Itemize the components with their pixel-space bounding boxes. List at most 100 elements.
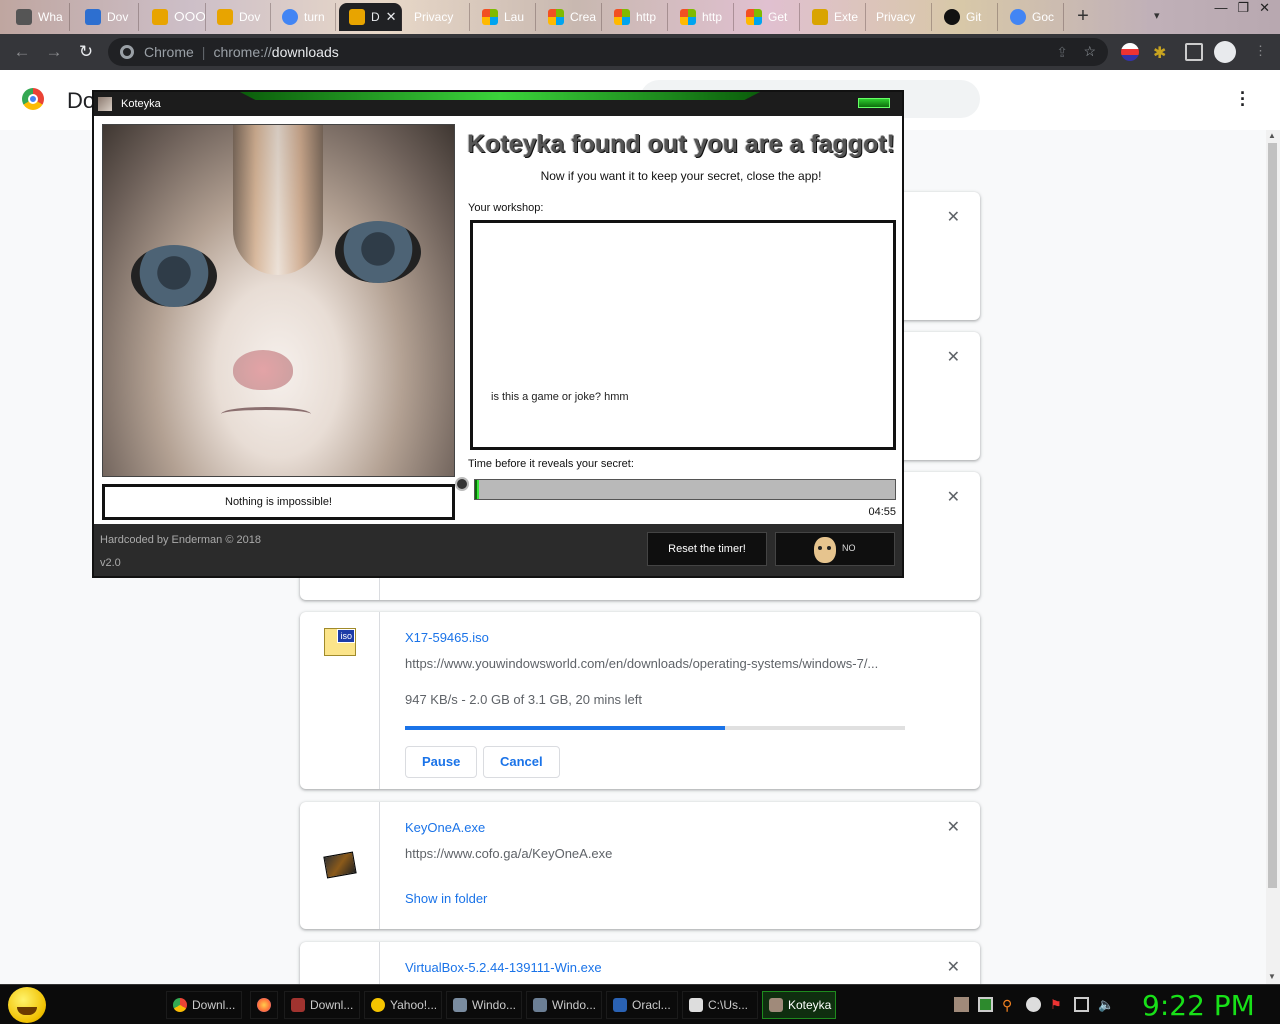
workshop-label: Your workshop: [468,202,544,214]
file-name-link[interactable]: KeyOneA.exe [405,820,485,835]
new-tab-button[interactable]: + [1073,6,1093,26]
close-tab-icon[interactable]: ✕ [386,9,397,25]
taskbar-item-firefox[interactable] [250,991,278,1019]
tab-12[interactable]: Get [736,3,800,31]
tray-flag-icon[interactable]: ⚑ [1050,997,1065,1012]
extension-flag-icon[interactable] [1121,43,1139,61]
remove-download-icon[interactable]: ✕ [947,207,960,227]
extensions-puzzle-icon[interactable]: ✱ [1153,43,1171,62]
taskbar-item-windows-1[interactable]: Windo... [446,991,522,1019]
mouse-cursor-icon [455,477,469,491]
profile-avatar-icon[interactable] [1214,41,1236,63]
download-card-virtualbox: ✕ VirtualBox-5.2.44-139111-Win.exe [300,942,980,984]
taskbar-item-oracle[interactable]: Oracl... [606,991,678,1019]
taskbar-item-koteyka[interactable]: Koteyka [762,991,836,1019]
scroll-up-icon[interactable]: ▲ [1268,131,1276,140]
close-window-icon[interactable]: ✕ [1259,0,1270,16]
tab-13[interactable]: Exte [802,3,866,31]
more-actions-icon[interactable]: · · · [1240,84,1246,114]
tab-15[interactable]: Git [934,3,998,31]
workshop-textarea[interactable]: is this a game or joke? hmm [470,220,896,450]
tray-network-icon[interactable] [1074,997,1089,1012]
baldi-face-icon [814,537,836,563]
tab-label: Lau [504,10,525,24]
forward-icon[interactable]: → [44,42,64,62]
tab-3[interactable]: ⵔⵔⵔ [142,3,206,31]
taskbar-item-chrome[interactable]: Downl... [166,991,242,1019]
file-url[interactable]: https://www.youwindowsworld.com/en/downl… [405,656,878,671]
timer-progress-bar [474,479,896,500]
koteyka-window: Koteyka Nothing is impossible! Koteyka f… [92,90,904,578]
tab-7[interactable]: Privacy [404,3,470,31]
file-url[interactable]: https://www.cofo.ga/a/KeyOneA.exe [405,846,612,861]
tab-label: turn [304,10,325,24]
tab-downloads-active[interactable]: D ✕ [339,3,402,31]
cat-eye-right [335,221,421,283]
tab-label: Goc [1032,10,1055,24]
menu-kebab-icon[interactable]: ⋮ [1254,43,1272,61]
restore-icon[interactable]: ❐ [1237,0,1249,16]
minimize-icon[interactable]: — [1214,0,1227,16]
title-glow-decoration [240,92,760,100]
tray-search-icon[interactable]: ⚲ [1002,997,1017,1013]
tab-8[interactable]: Lau [472,3,536,31]
tray-cat-icon[interactable] [954,997,969,1012]
taskbar-item-7zip[interactable]: C:\Us... [682,991,758,1019]
tab-11[interactable]: http [670,3,734,31]
side-panel-icon[interactable] [1185,43,1203,61]
remove-download-icon[interactable]: ✕ [947,487,960,507]
windows-app-icon [453,998,467,1012]
icon-column [300,942,380,984]
show-in-folder-link[interactable]: Show in folder [405,891,487,906]
taskbar-item-downloads[interactable]: Downl... [284,991,360,1019]
taskbar-item-windows-2[interactable]: Windo... [526,991,602,1019]
reset-timer-button[interactable]: Reset the timer! [647,532,767,566]
pause-button[interactable]: Pause [405,746,478,778]
tray-green-icon[interactable] [978,997,993,1012]
koteyka-title-bar[interactable]: Koteyka [94,92,902,116]
scroll-down-icon[interactable]: ▼ [1268,972,1276,981]
remove-download-icon[interactable]: ✕ [947,347,960,367]
scrollbar-thumb[interactable] [1268,143,1277,888]
baldi-button[interactable]: NO [775,532,895,566]
share-icon[interactable]: ⇪ [1056,44,1068,61]
tab-1[interactable]: Wha [6,3,70,31]
tab-label: Crea [570,10,597,24]
tab-favicon [349,9,365,25]
address-bar[interactable]: Chrome | chrome://downloads ⇪ ☆ [108,38,1108,66]
taskbar-label: Yahoo!... [390,998,438,1012]
file-name-link[interactable]: VirtualBox-5.2.44-139111-Win.exe [405,960,602,975]
tab-9[interactable]: Crea [538,3,602,31]
bookmark-star-icon[interactable]: ☆ [1083,43,1096,60]
file-name-link[interactable]: X17-59465.iso [405,630,489,645]
microsoft-icon [482,9,498,25]
chrome-logo-icon [22,88,44,110]
tab-label: Exte [834,10,859,24]
tray-volume-icon[interactable]: 🔈 [1098,997,1114,1012]
tab-favicon [217,9,233,25]
remove-download-icon[interactable]: ✕ [947,957,960,977]
computer-icon [533,998,547,1012]
koteyka-footer: Hardcoded by Enderman © 2018 v2.0 Reset … [94,524,902,576]
back-icon[interactable]: ← [12,42,32,62]
taskbar-item-yahoo[interactable]: Yahoo!... [364,991,442,1019]
taskbar-clock[interactable]: 9:22 PM [1142,989,1255,1022]
tray-minus-icon[interactable] [1026,997,1041,1012]
tab-label: Privacy [414,10,454,24]
tab-search-icon[interactable]: ▾ [1154,9,1168,23]
tab-16[interactable]: Goc [1000,3,1064,31]
start-button-smiley-icon[interactable] [8,987,46,1023]
minimize-button[interactable] [858,98,890,108]
tab-14[interactable]: Privacy [866,3,932,31]
remove-download-icon[interactable]: ✕ [947,817,960,837]
reload-icon[interactable]: ↻ [76,42,96,62]
workshop-text: is this a game or joke? hmm [491,391,629,403]
taskbar-label: Koteyka [788,998,832,1012]
tab-5[interactable]: turn [272,3,336,31]
taskbar-label: Windo... [472,998,517,1012]
tab-4[interactable]: Dov [207,3,271,31]
url-host: downloads [271,44,339,60]
tab-2[interactable]: Dov [75,3,139,31]
tab-10[interactable]: http [604,3,668,31]
cancel-button[interactable]: Cancel [483,746,560,778]
